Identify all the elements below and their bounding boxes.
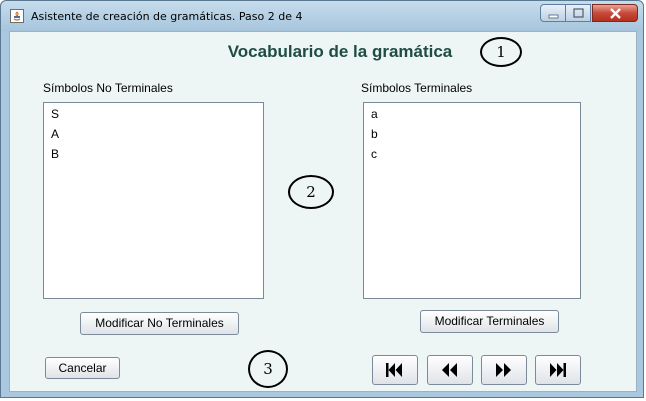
modify-non-terminals-button[interactable]: Modificar No Terminales [80, 312, 239, 335]
terminals-label: Símbolos Terminales [361, 81, 473, 95]
first-page-icon [386, 363, 402, 377]
non-terminals-list[interactable]: S A B [43, 102, 264, 299]
previous-page-button[interactable] [427, 355, 473, 385]
cancel-button[interactable]: Cancelar [45, 357, 120, 379]
next-page-button[interactable] [481, 355, 527, 385]
page-title: Vocabulario de la gramática [227, 42, 453, 61]
wizard-content: Vocabulario de la gramática Símbolos No … [9, 31, 637, 392]
callout-2: 2 [288, 175, 334, 209]
maximize-icon [573, 8, 584, 18]
last-page-button[interactable] [535, 355, 581, 385]
title-bar[interactable]: Asistente de creación de gramáticas. Pas… [1, 1, 643, 31]
list-item[interactable]: a [371, 107, 580, 127]
java-app-icon [10, 9, 24, 23]
list-item[interactable]: A [51, 127, 263, 147]
minimize-button[interactable] [540, 4, 566, 22]
modify-terminals-button[interactable]: Modificar Terminales [420, 310, 559, 333]
previous-page-icon [442, 363, 457, 377]
maximize-button[interactable] [565, 4, 591, 22]
close-button[interactable] [592, 4, 638, 22]
last-page-icon [550, 363, 566, 377]
close-icon [610, 8, 621, 19]
window-title: Asistente de creación de gramáticas. Pas… [31, 10, 303, 23]
list-item[interactable]: B [51, 147, 263, 167]
list-item[interactable]: b [371, 127, 580, 147]
list-item[interactable]: c [371, 147, 580, 167]
callout-3: 3 [248, 350, 288, 388]
terminals-list[interactable]: a b c [363, 102, 581, 299]
next-page-icon [496, 363, 511, 377]
callout-1: 1 [480, 37, 522, 67]
list-item[interactable]: S [51, 107, 263, 127]
minimize-icon [548, 14, 559, 19]
wizard-window: Asistente de creación de gramáticas. Pas… [0, 0, 644, 398]
non-terminals-label: Símbolos No Terminales [43, 81, 173, 95]
first-page-button[interactable] [372, 355, 418, 385]
